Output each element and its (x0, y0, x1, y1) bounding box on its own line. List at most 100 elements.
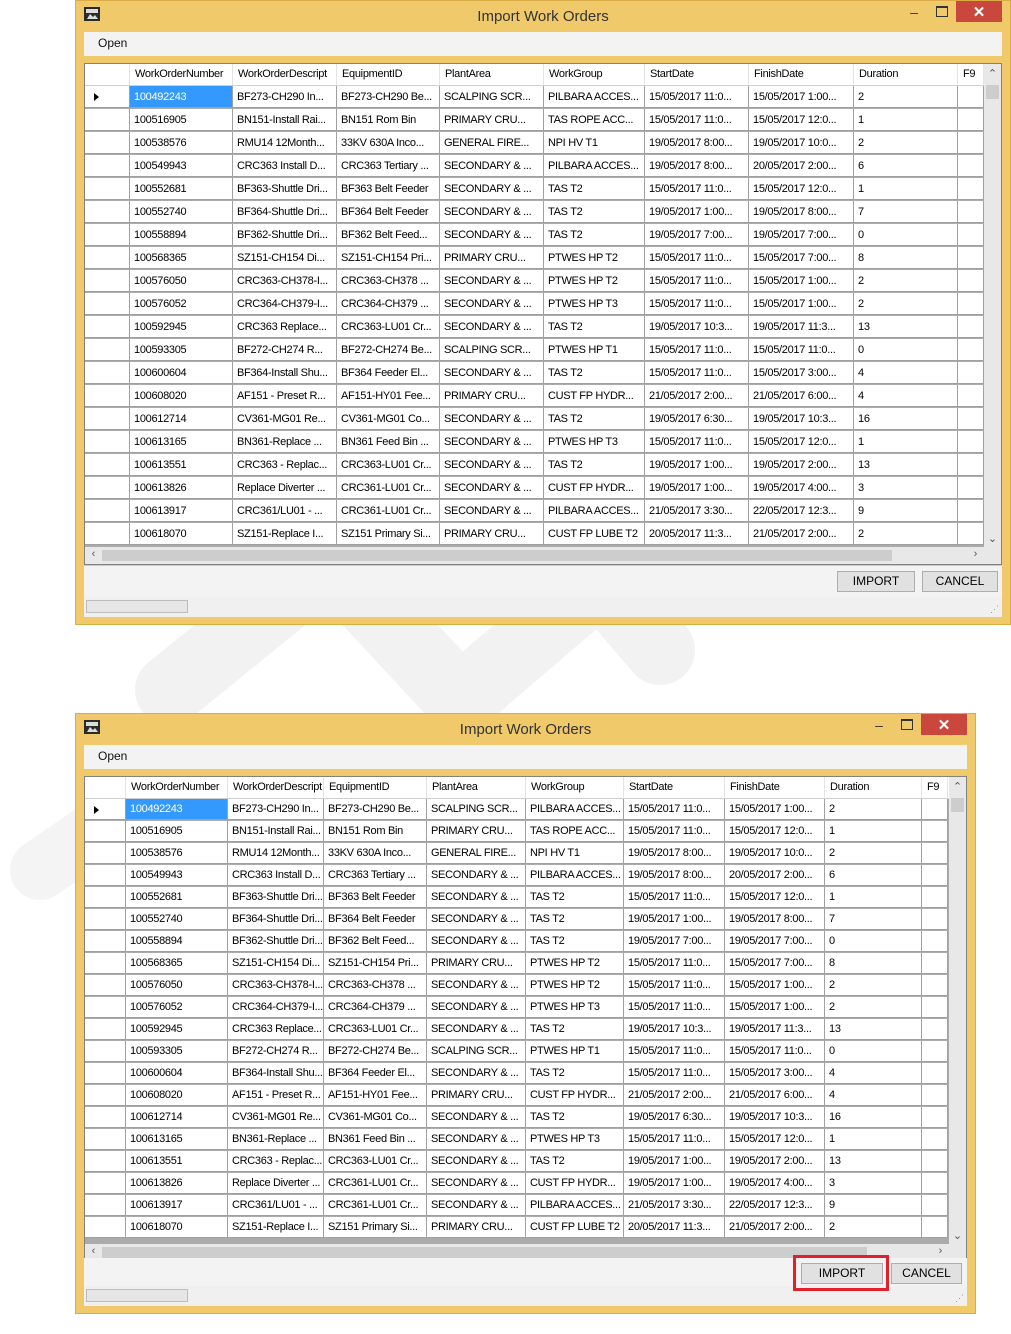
row-header[interactable] (85, 1217, 126, 1238)
table-row[interactable]: 100576052 CRC364-CH379-I... CRC364-CH379 .… (85, 293, 984, 316)
cell-workgroup[interactable]: CUST FP HYDR... (526, 1085, 624, 1106)
cell-finishdate[interactable]: 19/05/2017 4:00... (749, 477, 854, 499)
table-row[interactable]: 100552740 BF364-Shuttle Dri... BF364 Belt … (85, 201, 984, 224)
row-header[interactable] (85, 821, 126, 842)
cell-f9[interactable] (922, 887, 948, 908)
cell-workordernumber[interactable]: 100552740 (130, 201, 233, 223)
cell-finishdate[interactable]: 21/05/2017 2:00... (749, 523, 854, 545)
cell-finishdate[interactable]: 19/05/2017 10:3... (725, 1107, 825, 1128)
row-header[interactable] (85, 362, 130, 384)
cell-workordernumber[interactable]: 100538576 (130, 132, 233, 154)
cell-plantarea[interactable]: SCALPING SCR... (427, 1041, 526, 1062)
cell-workgroup[interactable]: TAS T2 (526, 1107, 624, 1128)
cell-f9[interactable] (958, 109, 984, 131)
row-header[interactable] (85, 1129, 126, 1150)
cell-startdate[interactable]: 21/05/2017 2:00... (624, 1085, 725, 1106)
cell-plantarea[interactable]: SECONDARY & ... (440, 201, 544, 223)
table-row[interactable]: 100516905 BN151-Install Rai... BN151 Rom B… (85, 821, 949, 843)
menu-open[interactable]: Open (98, 749, 127, 763)
cell-workgroup[interactable]: PTWES HP T2 (526, 953, 624, 974)
cell-startdate[interactable]: 19/05/2017 1:00... (624, 1173, 725, 1194)
header-corner[interactable] (85, 64, 130, 85)
cell-startdate[interactable]: 15/05/2017 11:0... (645, 86, 749, 108)
cell-f9[interactable] (958, 201, 984, 223)
cell-equipmentid[interactable]: BN361 Feed Bin ... (324, 1129, 427, 1150)
cell-workordernumber[interactable]: 100552681 (130, 178, 233, 200)
cell-startdate[interactable]: 15/05/2017 11:0... (624, 997, 725, 1018)
header-corner[interactable] (85, 777, 126, 798)
cell-finishdate[interactable]: 15/05/2017 12:0... (725, 1129, 825, 1150)
cell-plantarea[interactable]: SECONDARY & ... (427, 865, 526, 886)
cell-workorderdescript[interactable]: BN361-Replace ... (233, 431, 337, 453)
cell-plantarea[interactable]: SECONDARY & ... (427, 997, 526, 1018)
cell-duration[interactable]: 3 (825, 1173, 922, 1194)
cell-workgroup[interactable]: PILBARA ACCES... (544, 86, 645, 108)
table-row[interactable]: 100549943 CRC363 Install D... CRC363 Terti… (85, 865, 949, 887)
cell-finishdate[interactable]: 21/05/2017 6:00... (725, 1085, 825, 1106)
cell-equipmentid[interactable]: CRC361-LU01 Cr... (324, 1195, 427, 1216)
cell-workorderdescript[interactable]: RMU14 12Month... (233, 132, 337, 154)
cell-workorderdescript[interactable]: BF364-Shuttle Dri... (228, 909, 324, 930)
close-button[interactable]: ✕ (921, 714, 967, 735)
cell-plantarea[interactable]: SECONDARY & ... (440, 293, 544, 315)
row-header[interactable] (85, 385, 130, 407)
cell-duration[interactable]: 0 (854, 339, 958, 361)
cell-workorderdescript[interactable]: SZ151-Replace I... (233, 523, 337, 545)
cell-workgroup[interactable]: PTWES HP T2 (544, 247, 645, 269)
cell-startdate[interactable]: 21/05/2017 2:00... (645, 385, 749, 407)
cell-workgroup[interactable]: CUST FP HYDR... (526, 1173, 624, 1194)
cell-workordernumber[interactable]: 100492243 (126, 799, 228, 820)
cell-equipmentid[interactable]: BF364 Belt Feeder (337, 201, 440, 223)
cell-finishdate[interactable]: 19/05/2017 10:0... (725, 843, 825, 864)
cell-equipmentid[interactable]: AF151-HY01 Fee... (324, 1085, 427, 1106)
table-row[interactable]: 100576050 CRC363-CH378-I... CRC363-CH378 .… (85, 975, 949, 997)
cell-workgroup[interactable]: TAS T2 (526, 1019, 624, 1040)
cell-workorderdescript[interactable]: BN361-Replace ... (228, 1129, 324, 1150)
cell-equipmentid[interactable]: BF364 Feeder El... (337, 362, 440, 384)
row-header[interactable] (85, 293, 130, 315)
cell-workorderdescript[interactable]: BF273-CH290 In... (233, 86, 337, 108)
cell-workordernumber[interactable]: 100576050 (126, 975, 228, 996)
cell-f9[interactable] (958, 385, 984, 407)
cell-workordernumber[interactable]: 100558894 (126, 931, 228, 952)
close-button[interactable]: ✕ (956, 1, 1002, 22)
cell-duration[interactable]: 16 (854, 408, 958, 430)
maximize-button[interactable] (893, 714, 921, 735)
cell-finishdate[interactable]: 19/05/2017 7:00... (725, 931, 825, 952)
row-header[interactable] (85, 1173, 126, 1194)
cell-workorderdescript[interactable]: CRC364-CH379-I... (233, 293, 337, 315)
cell-workordernumber[interactable]: 100538576 (126, 843, 228, 864)
row-header[interactable] (85, 975, 126, 996)
cell-plantarea[interactable]: PRIMARY CRU... (427, 1217, 526, 1238)
row-header[interactable] (85, 477, 130, 499)
table-row[interactable]: 100613826 Replace Diverter ... CRC361-LU01… (85, 477, 984, 500)
cell-equipmentid[interactable]: BF273-CH290 Be... (324, 799, 427, 820)
cell-duration[interactable]: 2 (825, 799, 922, 820)
cell-plantarea[interactable]: SECONDARY & ... (427, 887, 526, 908)
cell-workordernumber[interactable]: 100608020 (126, 1085, 228, 1106)
cell-workorderdescript[interactable]: CRC363-CH378-I... (228, 975, 324, 996)
cell-startdate[interactable]: 21/05/2017 3:30... (624, 1195, 725, 1216)
cell-f9[interactable] (922, 1129, 948, 1150)
cell-workorderdescript[interactable]: BF273-CH290 In... (228, 799, 324, 820)
cell-duration[interactable]: 2 (854, 270, 958, 292)
row-header[interactable] (85, 454, 130, 476)
column-header-plantarea[interactable]: PlantArea (427, 777, 526, 798)
cell-plantarea[interactable]: SECONDARY & ... (440, 270, 544, 292)
cell-plantarea[interactable]: SECONDARY & ... (440, 500, 544, 522)
cell-f9[interactable] (958, 431, 984, 453)
cell-duration[interactable]: 4 (825, 1063, 922, 1084)
table-row[interactable]: 100613917 CRC361/LU01 - ... CRC361-LU01 Cr… (85, 1195, 949, 1217)
cell-workordernumber[interactable]: 100600604 (130, 362, 233, 384)
scroll-up-icon[interactable]: ⌃ (984, 67, 1001, 80)
cell-f9[interactable] (922, 1041, 948, 1062)
cell-plantarea[interactable]: PRIMARY CRU... (440, 523, 544, 545)
cell-plantarea[interactable]: SECONDARY & ... (440, 362, 544, 384)
cell-equipmentid[interactable]: 33KV 630A Inco... (324, 843, 427, 864)
cell-workgroup[interactable]: TAS T2 (544, 362, 645, 384)
cell-equipmentid[interactable]: CRC363-CH378 ... (337, 270, 440, 292)
cell-f9[interactable] (958, 339, 984, 361)
horizontal-scrollbar[interactable]: ‹ › (85, 547, 984, 564)
horizontal-scroll-thumb[interactable] (102, 550, 892, 561)
cell-finishdate[interactable]: 15/05/2017 3:00... (725, 1063, 825, 1084)
